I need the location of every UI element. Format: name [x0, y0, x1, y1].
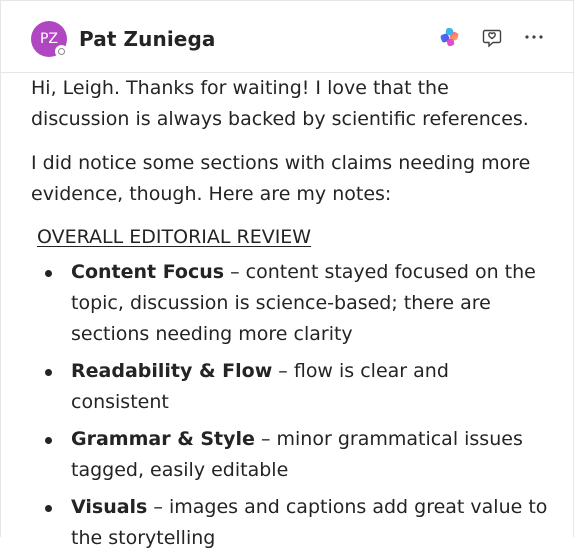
message-body: Hi, Leigh. Thanks for waiting! I love th…: [31, 73, 551, 560]
bullet-icon: [45, 437, 52, 444]
presence-status-icon: [55, 45, 68, 58]
list-item: Content Focus – content stayed focused o…: [31, 257, 551, 350]
copilot-icon[interactable]: [438, 25, 462, 49]
message-paragraph: I did notice some sections with claims n…: [31, 152, 531, 205]
review-heading: OVERALL EDITORIAL REVIEW: [37, 226, 312, 248]
avatar-initials: PZ: [39, 31, 59, 47]
message-header: PZ Pat Zuniega: [1, 1, 573, 73]
message-card: PZ Pat Zuniega Hi, Leigh. Thanks for wai…: [0, 0, 574, 549]
list-item: Readability & Flow – flow is clear and c…: [31, 356, 551, 418]
react-icon[interactable]: [480, 25, 504, 49]
author-name[interactable]: Pat Zuniega: [79, 27, 215, 51]
bullet-icon: [45, 505, 52, 512]
message-paragraph: Hi, Leigh. Thanks for waiting! I love th…: [31, 77, 529, 130]
notes-list: Content Focus – content stayed focused o…: [31, 257, 551, 554]
note-term: Visuals: [71, 496, 148, 518]
bullet-icon: [45, 369, 52, 376]
note-term: Grammar & Style: [71, 428, 255, 450]
note-term: Readability & Flow: [71, 360, 273, 382]
note-term: Content Focus: [71, 261, 225, 283]
more-options-icon[interactable]: [522, 25, 546, 49]
list-item: Visuals – images and captions add great …: [31, 492, 551, 554]
list-item: Grammar & Style – minor grammatical issu…: [31, 424, 551, 486]
bullet-icon: [45, 270, 52, 277]
